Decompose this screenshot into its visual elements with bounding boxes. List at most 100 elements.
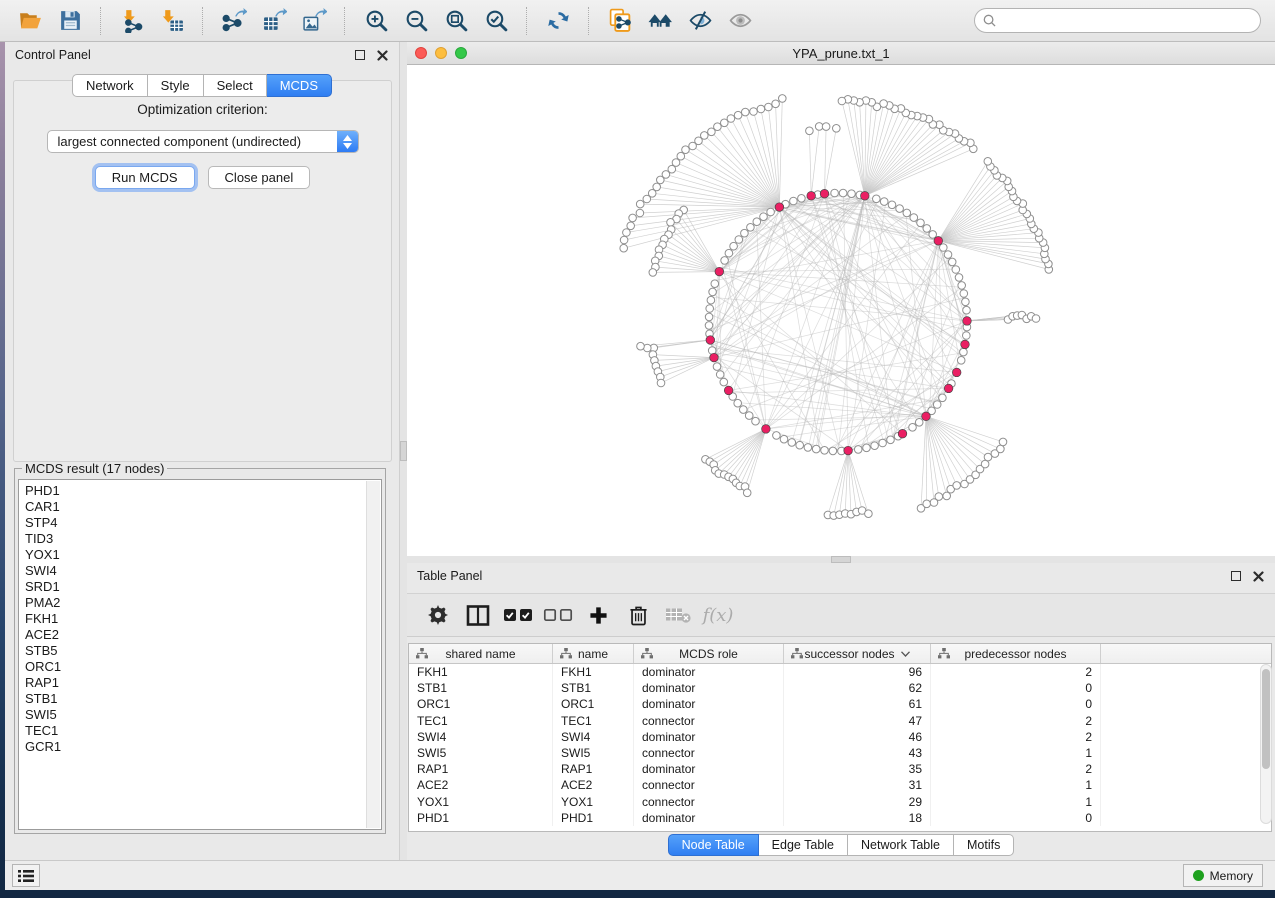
mcds-result-item[interactable]: STP4 — [25, 515, 381, 531]
mcds-result-item[interactable]: ACE2 — [25, 627, 381, 643]
cell-mcds-role: dominator — [634, 680, 784, 696]
mcds-result-item[interactable]: GCR1 — [25, 739, 381, 755]
table-row[interactable]: STB1STB1dominator620 — [409, 680, 1271, 696]
show-all-icon — [725, 6, 755, 36]
cell-predecessor-nodes: 0 — [931, 696, 1101, 712]
zoom-out-icon[interactable] — [401, 6, 431, 36]
search-input[interactable] — [1000, 10, 1260, 32]
vertical-splitter[interactable] — [400, 42, 407, 860]
mcds-result-item[interactable]: FKH1 — [25, 611, 381, 627]
search-box[interactable] — [974, 8, 1261, 33]
column-header-predecessor-nodes[interactable]: predecessor nodes — [931, 644, 1101, 663]
cell-successor-nodes: 35 — [784, 761, 931, 777]
mcds-result-item[interactable]: PHD1 — [25, 483, 381, 499]
close-panel-button[interactable]: Close panel — [208, 166, 311, 189]
column-header-mcds-role[interactable]: MCDS role — [634, 644, 784, 663]
column-header-successor-nodes[interactable]: successor nodes — [784, 644, 931, 663]
mcds-result-item[interactable]: PMA2 — [25, 595, 381, 611]
table-tab-network-table[interactable]: Network Table — [848, 834, 954, 856]
scrollbar-thumb[interactable] — [1262, 669, 1270, 769]
export-table-icon[interactable] — [259, 6, 289, 36]
table-row[interactable]: FKH1FKH1dominator962 — [409, 664, 1271, 680]
mcds-tab-content: Optimization criterion: largest connecte… — [13, 80, 392, 462]
node-table-header: shared name name MCDS role successor nodesp… — [409, 644, 1271, 664]
apply-layout-icon[interactable] — [543, 6, 573, 36]
deselect-all-icon[interactable] — [541, 600, 575, 630]
table-row[interactable]: YOX1YOX1connector291 — [409, 794, 1271, 810]
table-tab-motifs[interactable]: Motifs — [954, 834, 1014, 856]
mcds-result-item[interactable]: YOX1 — [25, 547, 381, 563]
tab-mcds[interactable]: MCDS — [267, 74, 332, 97]
table-scrollbar[interactable] — [1260, 664, 1272, 824]
table-row[interactable]: SWI4SWI4dominator462 — [409, 729, 1271, 745]
mcds-result-item[interactable]: TEC1 — [25, 723, 381, 739]
list-scrollbar[interactable] — [366, 481, 380, 828]
column-header-shared-name[interactable]: shared name — [409, 644, 553, 663]
zoom-in-icon[interactable] — [361, 6, 391, 36]
search-icon — [983, 14, 996, 27]
table-row[interactable]: RAP1RAP1dominator352 — [409, 761, 1271, 777]
network-graph-canvas[interactable] — [407, 65, 1275, 556]
mcds-result-item[interactable]: SWI5 — [25, 707, 381, 723]
tab-select[interactable]: Select — [204, 74, 267, 97]
select-all-icon[interactable] — [501, 600, 535, 630]
column-label: MCDS role — [679, 647, 738, 661]
table-row[interactable]: SWI5SWI5connector431 — [409, 745, 1271, 761]
mcds-result-list[interactable]: PHD1CAR1STP4TID3YOX1SWI4SRD1PMA2FKH1ACE2… — [18, 479, 382, 830]
close-window-icon[interactable] — [415, 47, 427, 59]
import-table-icon[interactable] — [157, 6, 187, 36]
tab-network[interactable]: Network — [72, 74, 148, 97]
save-session-icon[interactable] — [55, 6, 85, 36]
table-row[interactable]: TEC1TEC1connector472 — [409, 713, 1271, 729]
float-panel-icon[interactable] — [1229, 570, 1242, 583]
cell-empty — [1101, 810, 1271, 826]
mcds-result-item[interactable]: CAR1 — [25, 499, 381, 515]
mcds-result-item[interactable]: RAP1 — [25, 675, 381, 691]
first-neighbors-icon[interactable] — [645, 6, 675, 36]
zoom-selected-icon[interactable] — [481, 6, 511, 36]
close-panel-icon[interactable] — [376, 49, 389, 62]
table-tab-edge-table[interactable]: Edge Table — [759, 834, 848, 856]
zoom-fit-icon[interactable] — [441, 6, 471, 36]
minimize-window-icon[interactable] — [435, 47, 447, 59]
horizontal-splitter[interactable] — [407, 556, 1275, 563]
mcds-result-item[interactable]: STB5 — [25, 643, 381, 659]
table-row[interactable]: PHD1PHD1dominator180 — [409, 810, 1271, 826]
export-image-icon[interactable] — [299, 6, 329, 36]
mcds-result-item[interactable]: TID3 — [25, 531, 381, 547]
mcds-result-item[interactable]: STB1 — [25, 691, 381, 707]
add-entry-icon[interactable] — [581, 600, 615, 630]
table-row[interactable]: ACE2ACE2connector311 — [409, 777, 1271, 793]
column-label: name — [578, 647, 608, 661]
mcds-result-item[interactable]: SWI4 — [25, 563, 381, 579]
import-network-icon[interactable] — [117, 6, 147, 36]
run-mcds-button[interactable]: Run MCDS — [95, 166, 195, 189]
column-settings-icon[interactable] — [421, 600, 455, 630]
delete-entry-icon[interactable] — [621, 600, 655, 630]
new-network-from-selection-icon[interactable] — [605, 6, 635, 36]
task-history-button[interactable] — [12, 864, 40, 887]
optimization-criterion-select[interactable]: largest connected component (undirected) — [47, 130, 359, 153]
splitter-grip[interactable] — [831, 556, 851, 563]
split-panel-icon[interactable] — [461, 600, 495, 630]
close-panel-icon[interactable] — [1252, 570, 1265, 583]
tab-style[interactable]: Style — [148, 74, 204, 97]
mcds-result-item[interactable]: SRD1 — [25, 579, 381, 595]
export-network-icon[interactable] — [219, 6, 249, 36]
table-row[interactable]: ORC1ORC1dominator610 — [409, 696, 1271, 712]
splitter-grip[interactable] — [400, 441, 407, 461]
open-file-icon[interactable] — [15, 6, 45, 36]
mcds-result-item[interactable]: ORC1 — [25, 659, 381, 675]
cell-name: STB1 — [553, 680, 634, 696]
cell-shared-name: ORC1 — [409, 696, 553, 712]
table-tab-node-table[interactable]: Node Table — [668, 834, 759, 856]
cell-mcds-role: connector — [634, 713, 784, 729]
memory-button[interactable]: Memory — [1183, 864, 1263, 887]
float-panel-icon[interactable] — [353, 49, 366, 62]
attribute-type-icon — [641, 648, 653, 659]
network-view-titlebar[interactable]: YPA_prune.txt_1 — [407, 42, 1275, 65]
hide-selection-icon[interactable] — [685, 6, 715, 36]
column-header-name[interactable]: name — [553, 644, 634, 663]
node-table: shared name name MCDS role successor nodesp… — [408, 643, 1272, 832]
maximize-window-icon[interactable] — [455, 47, 467, 59]
